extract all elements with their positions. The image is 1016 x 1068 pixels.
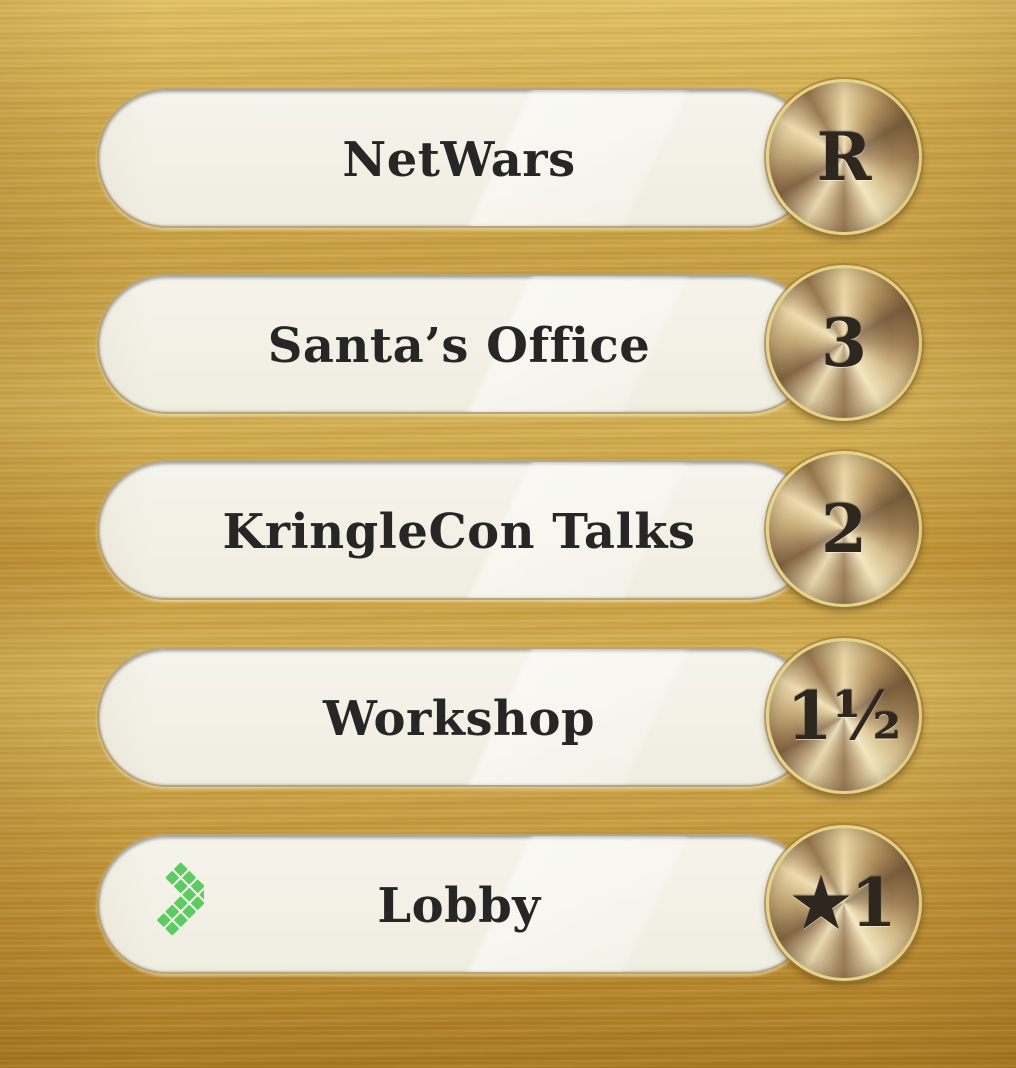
- floor-number: 3: [821, 304, 867, 382]
- floor-button-santas-office[interactable]: Santa’s Office: [97, 274, 817, 414]
- floor-number: R: [816, 118, 872, 196]
- floor-label: Workshop: [322, 691, 596, 747]
- floor-button-workshop[interactable]: Workshop: [97, 647, 817, 787]
- floor-label: NetWars: [342, 132, 576, 188]
- floor-label: Santa’s Office: [267, 318, 651, 374]
- floor-button-kringlecon-talks[interactable]: KringleCon Talks: [97, 460, 817, 600]
- floor-number: 2: [821, 490, 867, 568]
- floor-button-lobby[interactable]: Lobby: [97, 834, 817, 974]
- elevator-panel: NetWars R Santa’s Office 3 KringleCon Ta…: [0, 0, 1016, 1068]
- floor-button-netwars[interactable]: NetWars: [97, 88, 817, 228]
- floor-knob-lobby[interactable]: ★1: [766, 825, 922, 981]
- floor-knob-netwars[interactable]: R: [766, 79, 922, 235]
- floor-number: 1½: [786, 677, 902, 755]
- floor-label: KringleCon Talks: [222, 504, 696, 560]
- floor-label: Lobby: [377, 878, 541, 934]
- green-arrow-icon: [157, 862, 204, 936]
- floor-number: ★1: [791, 864, 897, 942]
- floor-knob-workshop[interactable]: 1½: [766, 638, 922, 794]
- floor-knob-santas-office[interactable]: 3: [766, 265, 922, 421]
- floor-knob-kringlecon-talks[interactable]: 2: [766, 451, 922, 607]
